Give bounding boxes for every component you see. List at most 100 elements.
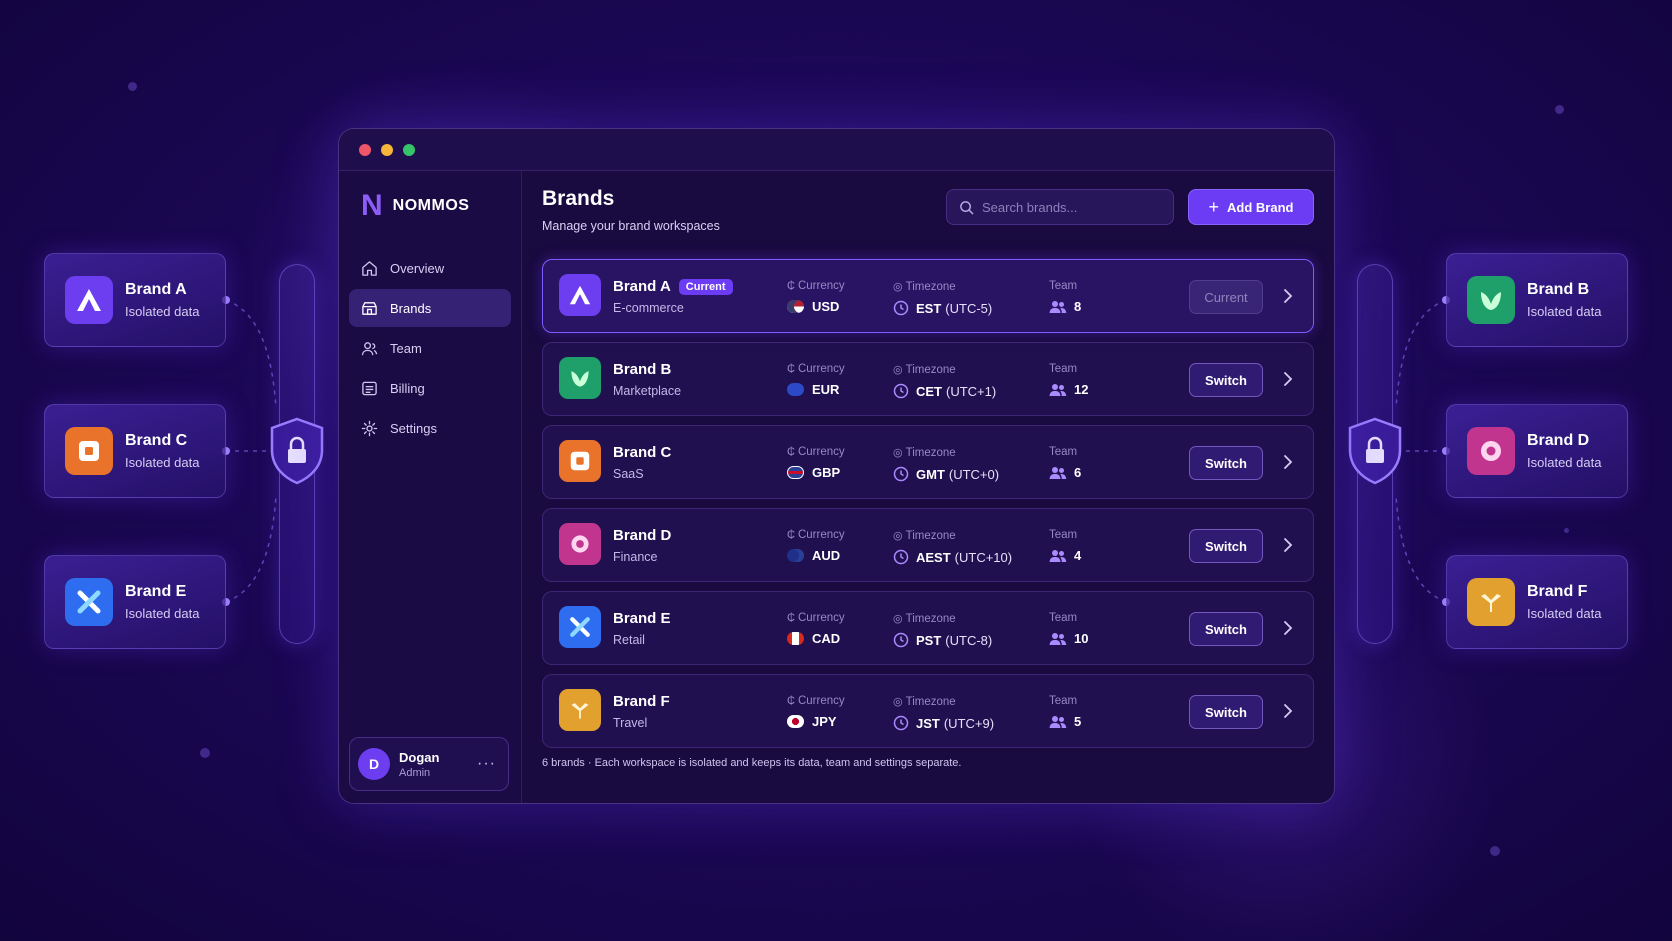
currency-label: Currency: [797, 695, 845, 707]
sidebar-item-overview[interactable]: Overview: [349, 249, 511, 287]
brand-row-e[interactable]: Brand E Retail ₵ Currency CAD ◎ Timezone P…: [542, 591, 1314, 665]
brand-a-logo-icon: [65, 276, 113, 324]
brand-category: E-commerce: [613, 301, 684, 315]
currency-value: CAD: [812, 631, 841, 646]
switch-button[interactable]: Switch: [1189, 446, 1263, 480]
currency-label: Currency: [797, 612, 845, 624]
au-flag-icon: [787, 549, 804, 562]
currency-label: Currency: [797, 280, 845, 292]
gear-icon: [361, 420, 378, 436]
currency-label: Currency: [797, 446, 845, 458]
timezone-offset: (UTC+10): [954, 549, 1013, 565]
brand-name: Brand E: [613, 610, 671, 627]
brand-row-f[interactable]: Brand F Travel ₵ Currency JPY ◎ Timezone J…: [542, 674, 1314, 748]
clock-icon: [893, 383, 909, 399]
sidebar-item-billing[interactable]: Billing: [349, 369, 511, 407]
switch-button[interactable]: Switch: [1189, 363, 1263, 397]
minimize-window-button[interactable]: [381, 143, 393, 156]
side-card-brand-b: Brand B Isolated data: [1446, 253, 1628, 347]
currency-icon: ₵: [787, 612, 795, 624]
chevron-right-icon[interactable]: [1283, 703, 1293, 719]
timezone-label: Timezone: [905, 280, 956, 293]
search-input[interactable]: [982, 199, 1162, 215]
brand-e-logo-icon: [65, 578, 113, 626]
chevron-right-icon[interactable]: [1283, 454, 1293, 470]
side-card-brand-f: Brand F Isolated data: [1446, 555, 1628, 649]
jp-flag-icon: [787, 715, 804, 728]
switch-button[interactable]: Switch: [1189, 695, 1263, 729]
clock-icon: [893, 632, 909, 648]
brand-row-a[interactable]: Brand A Current E-commerce ₵ Currency USD …: [542, 259, 1314, 333]
team-icon: [1049, 632, 1067, 645]
side-card-sub: Isolated data: [125, 455, 200, 470]
brand-category: Marketplace: [613, 384, 682, 398]
chevron-right-icon[interactable]: [1283, 371, 1293, 387]
add-brand-label: Add Brand: [1227, 199, 1294, 215]
brand-b-logo-icon: [559, 357, 601, 399]
brand-f-logo-icon: [559, 689, 601, 731]
close-window-button[interactable]: [359, 143, 371, 156]
currency-value: GBP: [812, 465, 841, 480]
currency-value: USD: [812, 299, 840, 314]
brand-category: Finance: [613, 550, 658, 564]
app-window: N NOMMOS Overview Brands Team Billing Se…: [338, 128, 1335, 804]
switch-button[interactable]: Switch: [1189, 529, 1263, 563]
team-count: 8: [1074, 299, 1082, 314]
chevron-right-icon[interactable]: [1283, 288, 1293, 304]
side-card-sub: Isolated data: [125, 606, 200, 621]
currency-label: Currency: [797, 363, 845, 375]
currency-value: AUD: [812, 548, 841, 563]
side-card-brand-c: Brand C Isolated data: [44, 404, 226, 498]
brand-d-logo-icon: [1467, 427, 1515, 475]
us-flag-icon: [787, 300, 804, 313]
currency-icon: ₵: [787, 529, 795, 541]
app-logo[interactable]: N NOMMOS: [361, 191, 521, 221]
brand-d-logo-icon: [559, 523, 601, 565]
user-profile[interactable]: D Dogan Admin ···: [349, 737, 509, 791]
side-card-name: Brand F: [1527, 583, 1588, 600]
brand-row-c[interactable]: Brand C SaaS ₵ Currency GBP ◎ Timezone GMT…: [542, 425, 1314, 499]
chevron-right-icon[interactable]: [1283, 537, 1293, 553]
brand-f-logo-icon: [1467, 578, 1515, 626]
sidebar-item-settings[interactable]: Settings: [349, 409, 511, 447]
shield-lock-icon: [1348, 417, 1402, 485]
search-box[interactable]: [946, 189, 1174, 225]
timezone-offset: (UTC-8): [945, 632, 993, 648]
clock-icon: [893, 466, 909, 482]
brand-list: Brand A Current E-commerce ₵ Currency USD …: [542, 259, 1314, 748]
add-brand-button[interactable]: + Add Brand: [1188, 189, 1314, 225]
team-icon: [1049, 715, 1067, 728]
footer-note: 6 brands · Each workspace is isolated an…: [542, 757, 962, 769]
brand-a-logo-icon: [559, 274, 601, 316]
sidebar-item-team[interactable]: Team: [349, 329, 511, 367]
maximize-window-button[interactable]: [403, 143, 415, 156]
brand-b-logo-icon: [1467, 276, 1515, 324]
team-count: 5: [1074, 714, 1082, 729]
brand-row-d[interactable]: Brand D Finance ₵ Currency AUD ◎ Timezone …: [542, 508, 1314, 582]
team-icon: [1049, 549, 1067, 562]
page-title: Brands: [542, 187, 615, 210]
team-count: 10: [1074, 631, 1089, 646]
timezone-label: Timezone: [905, 612, 956, 625]
globe-icon: ◎: [893, 530, 903, 542]
side-card-sub: Isolated data: [1527, 455, 1602, 470]
timezone-label: Timezone: [905, 695, 956, 708]
user-name: Dogan: [399, 749, 440, 765]
currency-icon: ₵: [787, 446, 795, 458]
side-card-sub: Isolated data: [125, 304, 200, 319]
side-card-brand-d: Brand D Isolated data: [1446, 404, 1628, 498]
side-card-brand-e: Brand E Isolated data: [44, 555, 226, 649]
chevron-right-icon[interactable]: [1283, 620, 1293, 636]
currency-value: JPY: [812, 714, 837, 729]
timezone-offset: (UTC-5): [945, 300, 993, 316]
side-card-name: Brand A: [125, 281, 187, 298]
brand-category: Retail: [613, 633, 645, 647]
clock-icon: [893, 300, 909, 316]
switch-button[interactable]: Switch: [1189, 612, 1263, 646]
sidebar: N NOMMOS Overview Brands Team Billing Se…: [339, 171, 522, 803]
sidebar-item-brands[interactable]: Brands: [349, 289, 511, 327]
team-label: Team: [1049, 446, 1078, 458]
more-options-icon[interactable]: ···: [477, 755, 496, 773]
currency-icon: ₵: [787, 695, 795, 707]
brand-row-b[interactable]: Brand B Marketplace ₵ Currency EUR ◎ Timez…: [542, 342, 1314, 416]
